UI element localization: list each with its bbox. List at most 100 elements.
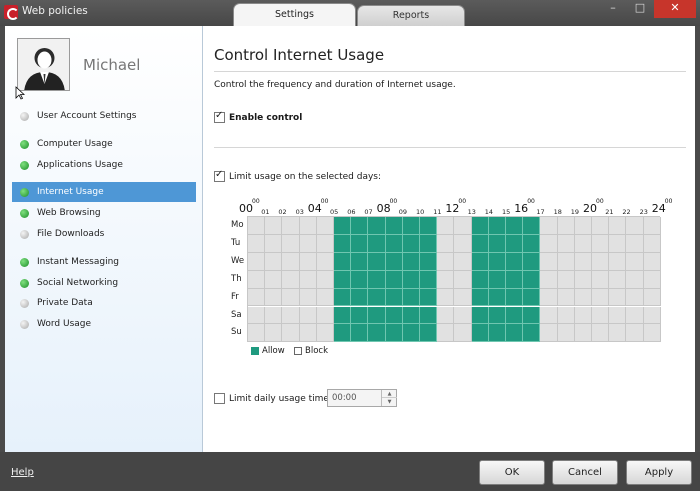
schedule-cell[interactable] [609,252,627,271]
limit-days-checkbox[interactable] [214,169,225,182]
schedule-cell[interactable] [454,252,472,271]
schedule-cell[interactable] [454,217,472,235]
schedule-cell[interactable] [368,217,386,235]
schedule-cell[interactable] [282,288,300,307]
schedule-cell[interactable] [299,217,317,235]
schedule-cell[interactable] [454,234,472,253]
schedule-cell[interactable] [540,234,558,253]
schedule-cell[interactable] [282,270,300,289]
schedule-cell[interactable] [643,270,661,289]
schedule-cell[interactable] [557,234,575,253]
schedule-cell[interactable] [368,306,386,325]
schedule-cell[interactable] [592,270,610,289]
schedule-cell[interactable] [471,217,489,235]
schedule-cell[interactable] [592,306,610,325]
schedule-cell[interactable] [592,324,610,343]
schedule-cell[interactable] [420,270,438,289]
schedule-cell[interactable] [488,270,506,289]
schedule-cell[interactable] [368,288,386,307]
schedule-cell[interactable] [557,270,575,289]
schedule-cell[interactable] [265,270,283,289]
schedule-cell[interactable] [351,306,369,325]
schedule-cell[interactable] [471,288,489,307]
schedule-cell[interactable] [368,270,386,289]
schedule-cell[interactable] [351,217,369,235]
enable-control-checkbox[interactable] [214,110,225,123]
enable-control-label[interactable]: Enable control [229,113,302,123]
schedule-cell[interactable] [540,306,558,325]
schedule-cell[interactable] [643,234,661,253]
schedule-cell[interactable] [385,234,403,253]
schedule-cell[interactable] [626,252,644,271]
sidebar-item-web-browsing[interactable]: Web Browsing [12,203,196,223]
limit-days-label[interactable]: Limit usage on the selected days: [229,172,381,182]
schedule-cell[interactable] [609,306,627,325]
schedule-cell[interactable] [265,252,283,271]
schedule-cell[interactable] [437,234,455,253]
schedule-cell[interactable] [540,324,558,343]
schedule-cell[interactable] [299,288,317,307]
schedule-cell[interactable] [592,217,610,235]
schedule-cell[interactable] [574,306,592,325]
ok-button[interactable]: OK [479,460,545,485]
schedule-cell[interactable] [334,324,352,343]
schedule-cell[interactable] [557,306,575,325]
sidebar-item-word-usage[interactable]: Word Usage [12,314,196,334]
schedule-cell[interactable] [402,324,420,343]
schedule-cell[interactable] [420,217,438,235]
schedule-cell[interactable] [523,234,541,253]
help-link[interactable]: Help [11,467,34,478]
schedule-cell[interactable] [592,252,610,271]
limit-daily-label[interactable]: Limit daily usage time: [229,394,332,404]
schedule-cell[interactable] [609,217,627,235]
schedule-cell[interactable] [402,252,420,271]
minimize-button[interactable]: – [600,0,626,18]
schedule-cell[interactable] [506,234,524,253]
schedule-cell[interactable] [523,324,541,343]
schedule-cell[interactable] [488,288,506,307]
schedule-cell[interactable] [420,288,438,307]
schedule-cell[interactable] [471,324,489,343]
schedule-cell[interactable] [506,288,524,307]
schedule-cell[interactable] [643,324,661,343]
schedule-cell[interactable] [609,234,627,253]
schedule-cell[interactable] [557,217,575,235]
schedule-cell[interactable] [574,234,592,253]
schedule-cell[interactable] [334,217,352,235]
schedule-cell[interactable] [299,324,317,343]
schedule-cell[interactable] [282,306,300,325]
schedule-cell[interactable] [437,306,455,325]
sidebar-item-applications-usage[interactable]: Applications Usage [12,155,196,175]
sidebar-item-file-downloads[interactable]: File Downloads [12,224,196,244]
schedule-cell[interactable] [592,234,610,253]
schedule-cell[interactable] [540,217,558,235]
schedule-cell[interactable] [540,252,558,271]
schedule-cell[interactable] [454,324,472,343]
schedule-cell[interactable] [506,324,524,343]
schedule-cell[interactable] [626,234,644,253]
schedule-cell[interactable] [488,252,506,271]
schedule-cell[interactable] [334,306,352,325]
schedule-cell[interactable] [437,270,455,289]
schedule-cell[interactable] [351,270,369,289]
schedule-cell[interactable] [334,252,352,271]
schedule-cell[interactable] [351,234,369,253]
schedule-cell[interactable] [385,217,403,235]
schedule-cell[interactable] [523,288,541,307]
schedule-cell[interactable] [385,252,403,271]
schedule-cell[interactable] [437,288,455,307]
schedule-cell[interactable] [248,217,266,235]
schedule-cell[interactable] [540,270,558,289]
schedule-cell[interactable] [368,324,386,343]
apply-button[interactable]: Apply [626,460,692,485]
schedule-cell[interactable] [299,306,317,325]
schedule-cell[interactable] [385,270,403,289]
schedule-cell[interactable] [351,324,369,343]
schedule-cell[interactable] [506,217,524,235]
schedule-cell[interactable] [557,288,575,307]
schedule-cell[interactable] [643,217,661,235]
schedule-cell[interactable] [265,288,283,307]
schedule-cell[interactable] [248,234,266,253]
cancel-button[interactable]: Cancel [552,460,618,485]
schedule-cell[interactable] [488,217,506,235]
